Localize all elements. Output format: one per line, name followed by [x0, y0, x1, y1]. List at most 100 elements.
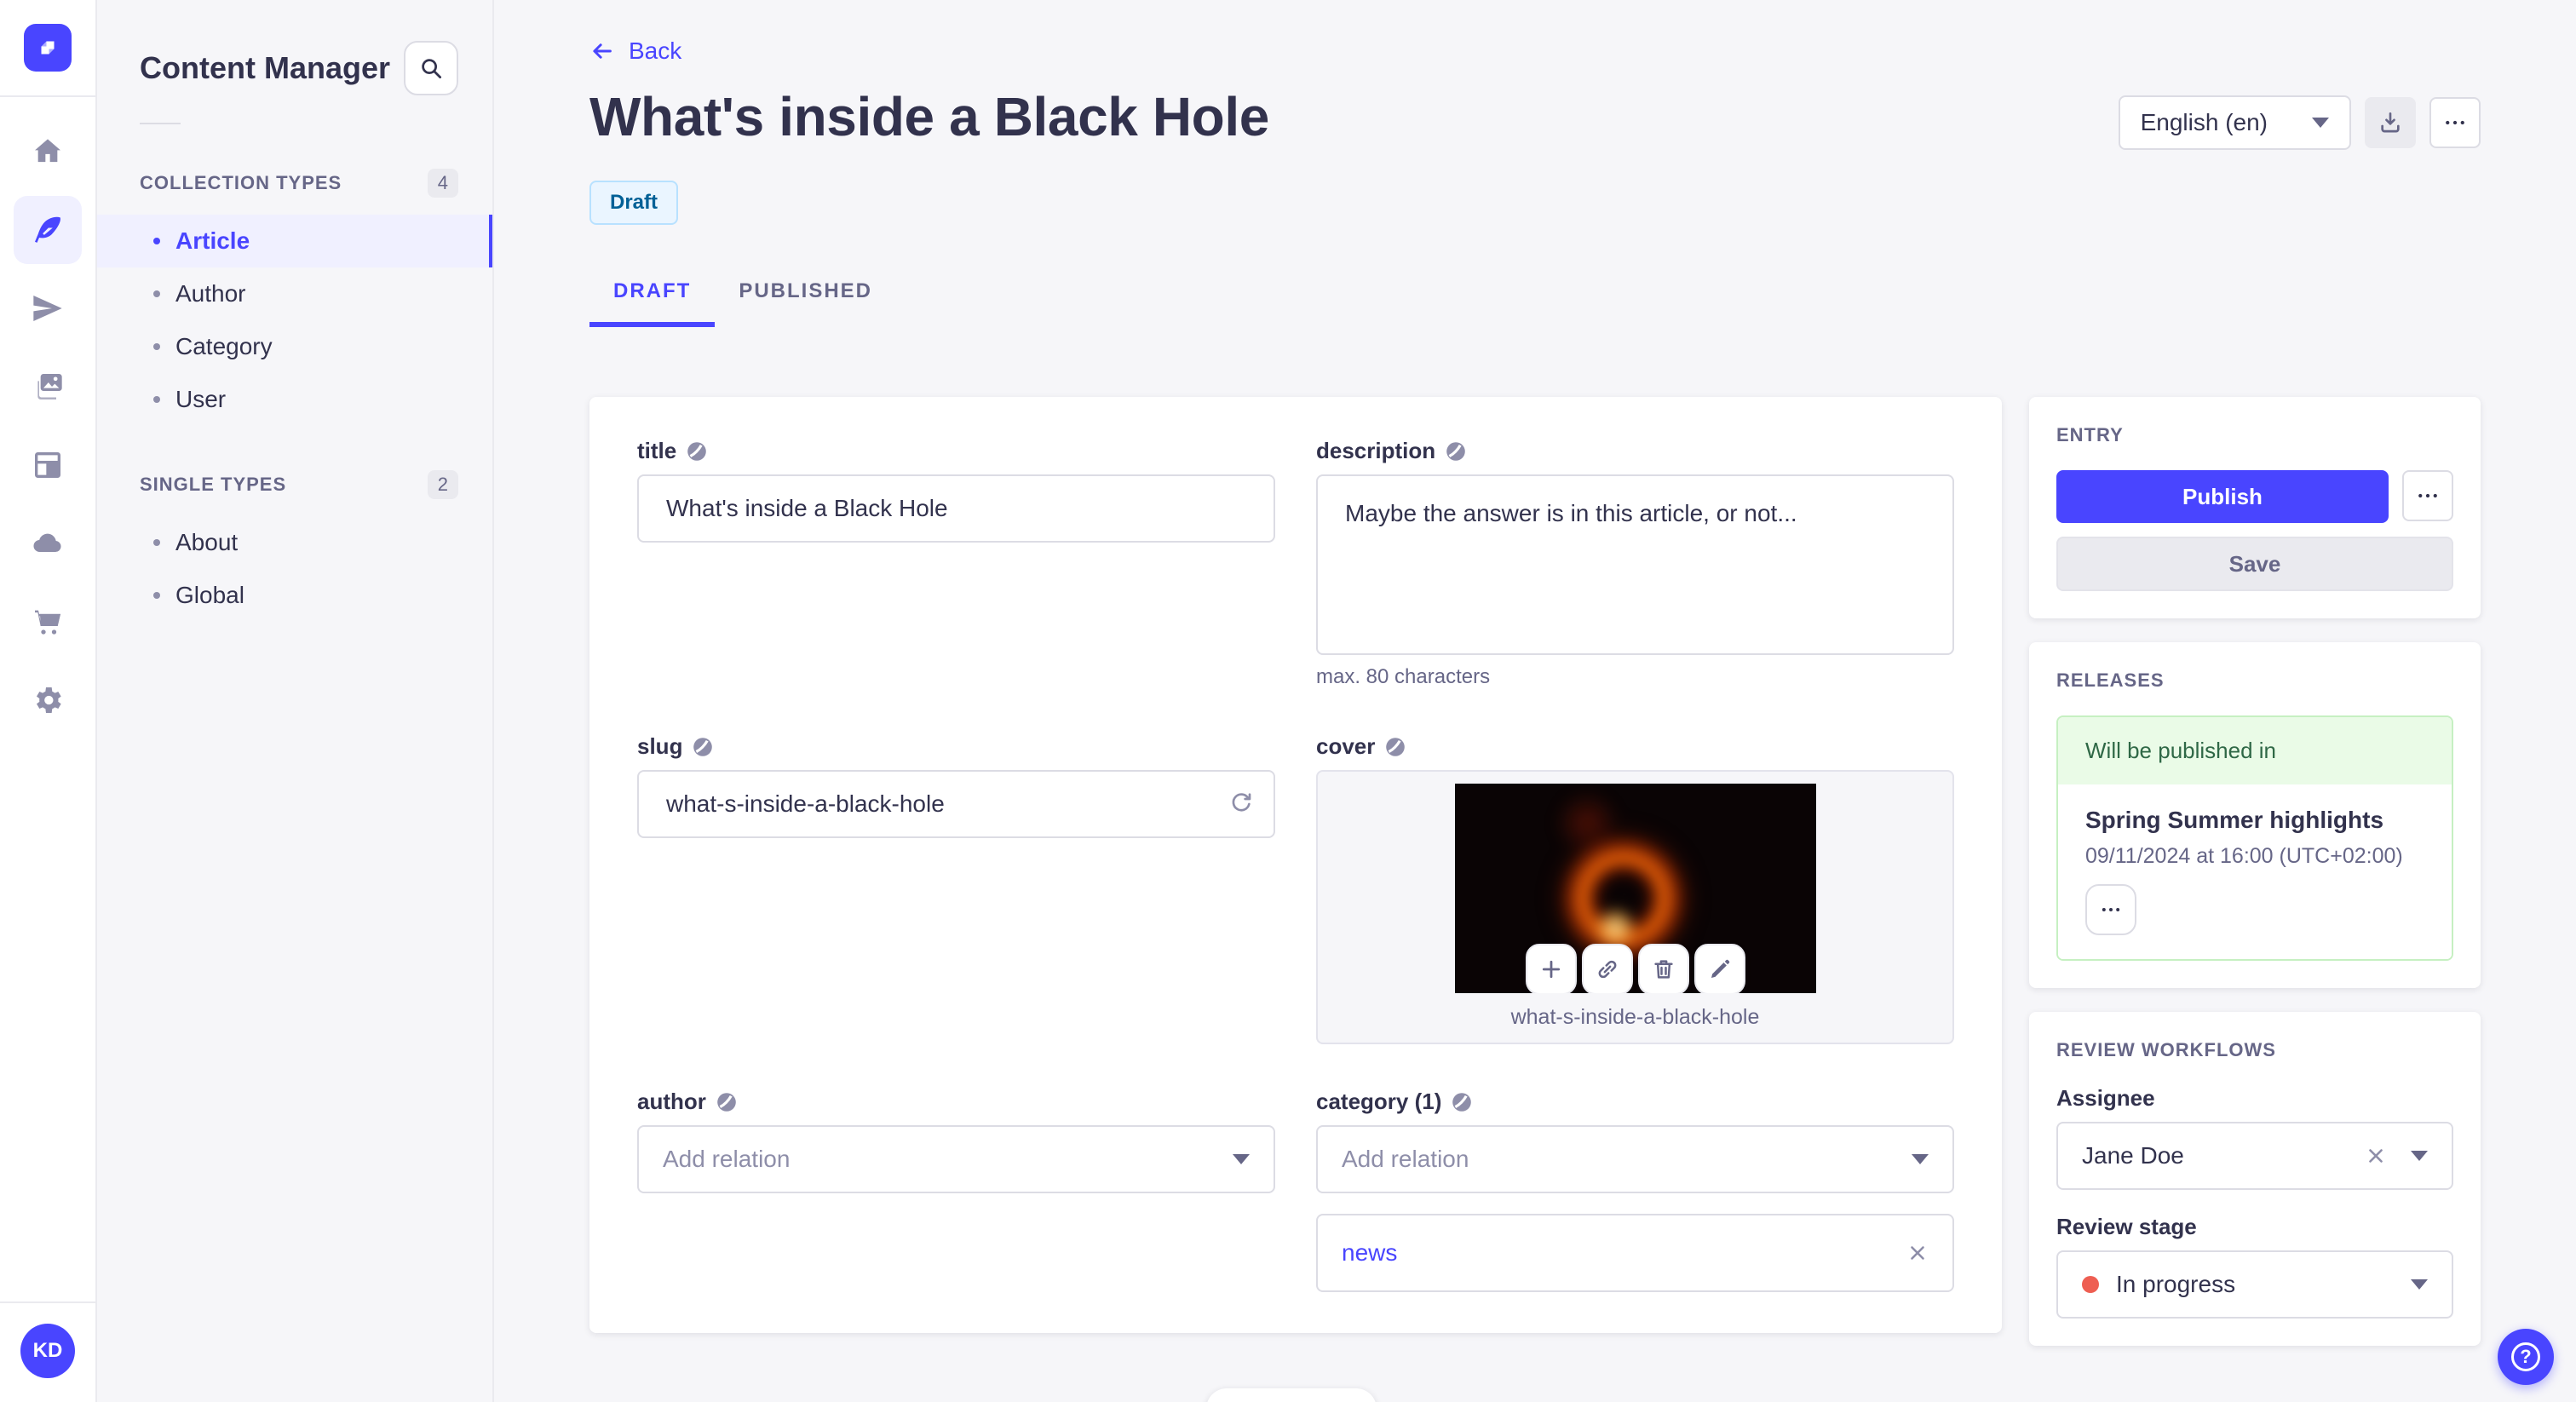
author-relation-select[interactable]: Add relation [637, 1125, 1275, 1193]
sidebar-item-article[interactable]: Article [97, 215, 492, 267]
media-library-nav[interactable] [14, 353, 82, 421]
save-button[interactable]: Save [2056, 537, 2453, 591]
chevron-down-icon [2312, 118, 2329, 128]
single-types-count-badge: 2 [427, 470, 458, 499]
user-avatar[interactable]: KD [20, 1324, 75, 1378]
field-cover: cover what-s-inside-a-black-hole [1316, 733, 1954, 1044]
assignee-select[interactable]: Jane Doe [2056, 1122, 2453, 1190]
review-workflows-panel: REVIEW WORKFLOWS Assignee Jane Doe Revie… [2029, 1012, 2481, 1346]
category-relation-select[interactable]: Add relation [1316, 1125, 1954, 1193]
home-nav[interactable] [14, 118, 82, 186]
back-link[interactable]: Back [589, 37, 681, 65]
review-stage-select[interactable]: In progress [2056, 1250, 2453, 1319]
cart-icon [35, 610, 60, 635]
back-arrow-icon [593, 43, 612, 59]
trash-icon [1653, 960, 1673, 979]
more-actions-button[interactable] [2429, 97, 2481, 148]
settings-nav[interactable] [14, 666, 82, 734]
sidebar-item-label: Article [175, 227, 250, 254]
releases-nav[interactable] [14, 274, 82, 342]
link-icon [1598, 960, 1616, 979]
globe-icon [687, 441, 707, 461]
sidebar-item-about[interactable]: About [97, 516, 492, 569]
help-button[interactable]: ? [2498, 1329, 2554, 1385]
copy-link-button[interactable] [1581, 944, 1633, 993]
field-description: description Maybe the answer is in this … [1316, 438, 1954, 689]
sidebar-item-global[interactable]: Global [97, 569, 492, 622]
sidebar-item-label: About [175, 529, 239, 555]
category-field-label: category (1) [1316, 1089, 1442, 1114]
field-category: category (1) Add relation news [1316, 1089, 1954, 1292]
pencil-icon [1711, 959, 1729, 978]
stage-status-dot [2082, 1276, 2099, 1293]
add-media-button[interactable] [1525, 944, 1577, 993]
chevron-down-icon [1233, 1154, 1250, 1164]
field-title: title [637, 438, 1275, 689]
bullet-icon [153, 396, 160, 403]
edit-media-button[interactable] [1693, 944, 1745, 993]
assignee-label: Assignee [2056, 1085, 2155, 1111]
release-more-button[interactable] [2085, 884, 2136, 935]
collection-types-label: COLLECTION TYPES [140, 172, 342, 193]
globe-icon [693, 737, 713, 756]
globe-icon [1386, 737, 1406, 756]
slug-input[interactable] [637, 770, 1275, 838]
release-banner: Will be published in [2058, 717, 2452, 784]
sidebar-item-author[interactable]: Author [97, 267, 492, 320]
sidebar-item-label: User [175, 386, 227, 412]
close-icon [2369, 1149, 2383, 1163]
description-field-label: description [1316, 438, 1436, 463]
field-author: author Add relation [637, 1089, 1275, 1292]
globe-icon [1452, 1092, 1472, 1112]
regenerate-slug-button[interactable] [1228, 790, 1255, 818]
sidebar-item-user[interactable]: User [97, 373, 492, 426]
sidebar-divider [140, 123, 181, 124]
images-icon [37, 374, 62, 399]
chevron-down-icon [1912, 1154, 1929, 1164]
delete-media-button[interactable] [1637, 944, 1689, 993]
tab-published[interactable]: PUBLISHED [715, 279, 896, 327]
page-title: What's inside a Black Hole [589, 86, 1269, 147]
entry-more-button[interactable] [2402, 470, 2453, 521]
locale-select[interactable]: English (en) [2118, 95, 2351, 150]
marketplace-nav[interactable] [14, 588, 82, 656]
strapi-logo[interactable] [24, 24, 72, 72]
releases-panel-heading: RELEASES [2056, 669, 2165, 691]
entry-form-card: title description Maybe the answer is in… [589, 397, 2002, 1333]
side-panels: ENTRY Publish Save RELEASES Will be publ… [2029, 397, 2481, 1346]
description-textarea[interactable]: Maybe the answer is in this article, or … [1316, 474, 1954, 655]
sidebar-item-label: Global [175, 582, 244, 608]
plus-icon [1542, 960, 1560, 979]
relation-link-news[interactable]: news [1342, 1239, 1397, 1267]
search-button[interactable] [404, 41, 458, 95]
chevron-down-icon [2411, 1151, 2428, 1161]
sidebar-item-label: Author [175, 280, 246, 307]
author-placeholder: Add relation [663, 1146, 791, 1172]
ellipsis-icon [2446, 120, 2464, 125]
sidebar-item-category[interactable]: Category [97, 320, 492, 373]
cloud-nav[interactable] [14, 509, 82, 577]
category-placeholder: Add relation [1342, 1146, 1469, 1172]
publish-button[interactable]: Publish [2056, 470, 2389, 523]
title-input[interactable] [637, 474, 1275, 543]
chevron-down-icon [2411, 1279, 2428, 1290]
tab-draft[interactable]: DRAFT [589, 279, 715, 327]
clear-assignee-button[interactable] [2365, 1145, 2387, 1167]
review-workflows-heading: REVIEW WORKFLOWS [2056, 1039, 2276, 1060]
remove-relation-button[interactable] [1906, 1242, 1929, 1264]
status-badge: Draft [589, 181, 679, 225]
ellipsis-icon [2102, 908, 2120, 911]
strapi-admin: KD Content Manager COLLECTION TYPES 4 Ar… [0, 0, 2576, 1402]
search-icon [422, 59, 441, 78]
content-manager-nav[interactable] [14, 196, 82, 264]
export-button[interactable] [2365, 97, 2416, 148]
download-icon [2381, 112, 2400, 133]
entry-panel: ENTRY Publish Save [2029, 397, 2481, 618]
sidebar-item-label: Category [175, 333, 273, 359]
slug-field-label: slug [637, 733, 683, 759]
content-type-builder-nav[interactable] [14, 431, 82, 499]
cloud-icon [33, 533, 61, 553]
cover-media-container: what-s-inside-a-black-hole [1316, 770, 1954, 1044]
back-label: Back [629, 37, 682, 64]
close-icon [1911, 1246, 1924, 1260]
